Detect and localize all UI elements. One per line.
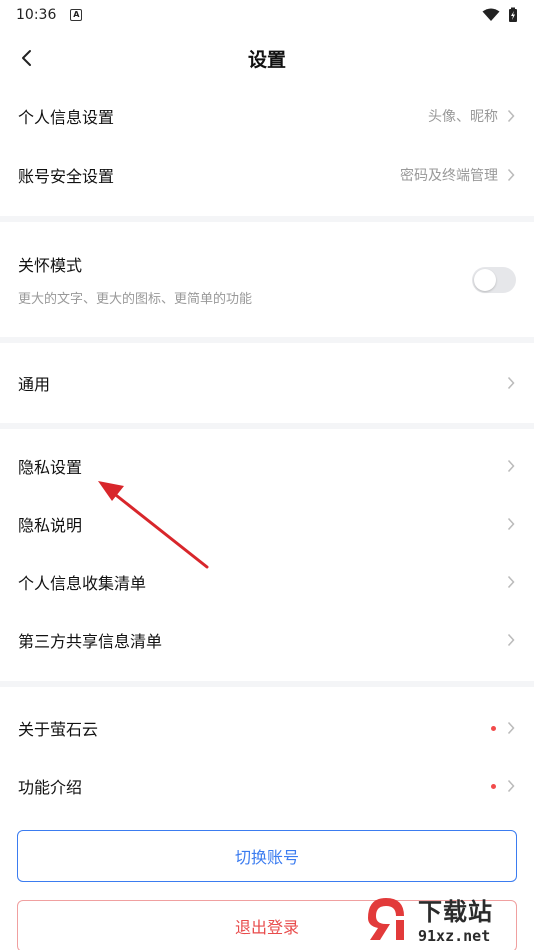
section-general: 通用 — [0, 343, 534, 423]
watermark-url: 91xz.net — [418, 926, 491, 945]
row-label: 关于萤石云 — [18, 720, 99, 739]
chevron-left-icon — [22, 50, 31, 66]
site-watermark: 下载站 91xz.net — [358, 890, 528, 946]
section-about: 关于萤石云 功能介绍 — [0, 687, 534, 815]
chevron-right-icon — [506, 167, 516, 183]
switch-account-button[interactable]: 切换账号 — [17, 830, 517, 882]
watermark-title: 下载站 — [418, 897, 493, 926]
chevron-right-icon — [506, 516, 516, 532]
care-texts: 关怀模式 更大的文字、更大的图标、更简单的功能 — [18, 252, 252, 307]
row-care-mode: 关怀模式 更大的文字、更大的图标、更简单的功能 — [0, 222, 534, 337]
status-bar: 10:36 A — [0, 0, 534, 30]
row-label: 功能介绍 — [18, 778, 83, 797]
new-badge-dot — [491, 783, 496, 789]
battery-charging-icon — [509, 7, 517, 22]
chevron-right-icon — [506, 778, 516, 794]
notification-a-icon: A — [70, 9, 83, 21]
row-general[interactable]: 通用 — [0, 343, 534, 423]
chevron-right-icon — [506, 720, 516, 736]
row-third-party-list[interactable]: 第三方共享信息清单 — [0, 611, 534, 669]
row-about[interactable]: 关于萤石云 — [0, 699, 534, 757]
care-mode-title: 关怀模式 — [18, 256, 83, 275]
wifi-icon — [482, 8, 500, 21]
row-account-security[interactable]: 账号安全设置 密码及终端管理 — [0, 146, 534, 204]
care-mode-toggle[interactable] — [472, 266, 516, 293]
care-mode-subtitle: 更大的文字、更大的图标、更简单的功能 — [18, 292, 253, 307]
row-privacy-settings[interactable]: 隐私设置 — [0, 437, 534, 495]
row-features[interactable]: 功能介绍 — [0, 757, 534, 815]
status-time: 10:36 — [16, 7, 57, 23]
page-title: 设置 — [247, 48, 286, 71]
row-label: 个人信息收集清单 — [18, 574, 147, 593]
new-badge-dot — [491, 725, 496, 731]
row-value: 头像、昵称 — [428, 109, 498, 125]
row-label: 隐私设置 — [18, 458, 83, 477]
row-personal-info-list[interactable]: 个人信息收集清单 — [0, 553, 534, 611]
watermark-texts: 下载站 91xz.net — [418, 892, 493, 945]
section-privacy: 隐私设置 隐私说明 个人信息收集清单 第三方共享信息清单 — [0, 429, 534, 669]
row-privacy-policy[interactable]: 隐私说明 — [0, 495, 534, 553]
chevron-right-icon — [506, 458, 516, 474]
watermark-logo-icon — [368, 898, 404, 940]
chevron-right-icon — [506, 375, 516, 391]
row-label: 通用 — [18, 375, 51, 394]
header: 设置 — [0, 30, 534, 86]
row-label: 隐私说明 — [18, 516, 83, 535]
chevron-right-icon — [506, 108, 516, 124]
row-label: 第三方共享信息清单 — [18, 632, 163, 651]
status-right — [482, 7, 518, 23]
section-account: 个人信息设置 头像、昵称 账号安全设置 密码及终端管理 — [0, 86, 534, 204]
chevron-right-icon — [506, 574, 516, 590]
row-label: 个人信息设置 — [18, 108, 115, 127]
chevron-right-icon — [506, 632, 516, 648]
row-personal-info[interactable]: 个人信息设置 头像、昵称 — [0, 86, 534, 146]
row-label: 账号安全设置 — [18, 167, 115, 186]
toggle-knob — [474, 268, 496, 291]
row-value: 密码及终端管理 — [400, 168, 498, 184]
back-button[interactable] — [12, 44, 40, 72]
